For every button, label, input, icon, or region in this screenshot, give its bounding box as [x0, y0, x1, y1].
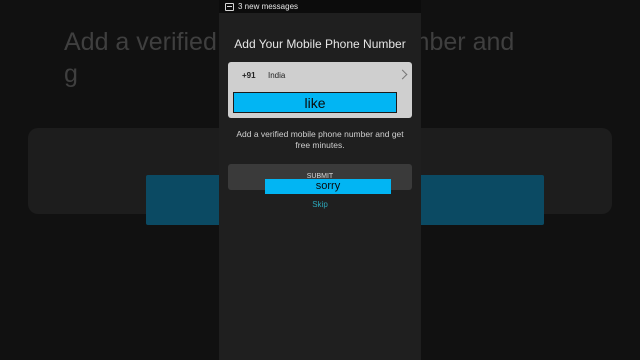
notification-text: 3 new messages	[238, 2, 299, 11]
dial-code: +91	[242, 71, 256, 80]
phone-number-input[interactable]: like	[233, 92, 397, 113]
chevron-right-icon	[397, 69, 408, 80]
phone-card: +91 India like	[228, 62, 412, 118]
status-bar: 3 new messages	[219, 0, 421, 13]
phone-screen: 3 new messages Add Your Mobile Phone Num…	[219, 0, 421, 360]
page-title: Add Your Mobile Phone Number	[234, 37, 406, 51]
country-selector[interactable]: +91 India	[228, 62, 412, 89]
skip-link[interactable]: Skip	[219, 200, 421, 209]
message-icon	[225, 2, 234, 11]
subtitle: Add a verified mobile phone number and g…	[236, 129, 404, 150]
country-name: India	[268, 71, 286, 80]
caption-overlay: sorry	[265, 179, 391, 194]
